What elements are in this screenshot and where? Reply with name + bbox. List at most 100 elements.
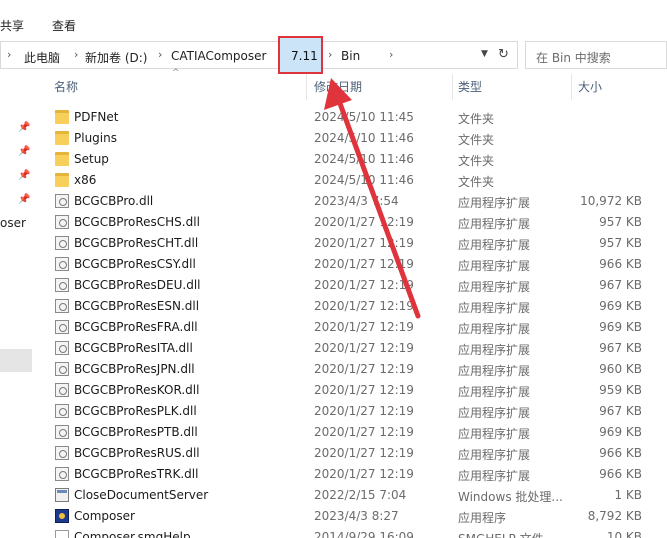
file-size: 959 KB: [599, 383, 642, 397]
file-row[interactable]: BCGCBProResITA.dll 2020/1/27 12:19 应用程序扩展 9…: [50, 338, 650, 359]
file-row[interactable]: BCGCBProResJPN.dll 2020/1/27 12:19 应用程序扩展 9…: [50, 359, 650, 380]
file-size: 967 KB: [599, 278, 642, 292]
folder-icon: [55, 173, 69, 187]
file-date: 2020/1/27 12:19: [314, 383, 414, 397]
breadcrumb-bin[interactable]: Bin: [341, 49, 360, 63]
file-date: 2024/5/10 11:45: [314, 110, 414, 124]
file-size: 966 KB: [599, 467, 642, 481]
chm-icon: [55, 530, 69, 538]
navigation-pane: 📌 📌 📌 📌 oser: [0, 70, 34, 538]
breadcrumb-this-pc[interactable]: 此电脑: [24, 49, 60, 66]
file-date: 2020/1/27 12:19: [314, 404, 414, 418]
file-type: 文件夹: [458, 133, 495, 147]
file-date: 2014/9/29 16:09: [314, 530, 414, 538]
file-size: 8,792 KB: [587, 509, 642, 523]
column-divider[interactable]: [306, 74, 307, 100]
search-placeholder: 在 Bin 中搜索: [536, 51, 611, 65]
file-name: Setup: [74, 152, 109, 166]
file-name: Composer.smgHelp: [74, 530, 191, 538]
nav-item-selected[interactable]: [0, 349, 32, 372]
file-row[interactable]: BCGCBProResCSY.dll 2020/1/27 12:19 应用程序扩展 9…: [50, 254, 650, 275]
refresh-icon[interactable]: ↻: [498, 47, 509, 62]
file-name: CloseDocumentServer: [74, 488, 209, 502]
file-date: 2020/1/27 12:19: [314, 278, 414, 292]
pin-icon[interactable]: 📌: [18, 146, 30, 157]
file-size: 957 KB: [599, 215, 642, 229]
dll-icon: [55, 467, 69, 481]
file-row[interactable]: BCGCBProResESN.dll 2020/1/27 12:19 应用程序扩展 9…: [50, 296, 650, 317]
file-row[interactable]: BCGCBProResTRK.dll 2020/1/27 12:19 应用程序扩展 9…: [50, 464, 650, 485]
folder-icon: [55, 131, 69, 145]
breadcrumb-version: 7.11: [291, 49, 318, 63]
file-name: BCGCBProResCHT.dll: [74, 236, 199, 250]
file-row[interactable]: x86 2024/5/10 11:46 文件夹: [50, 170, 650, 191]
file-type: 应用程序扩展: [458, 280, 531, 294]
chevron-down-icon[interactable]: ▼: [481, 49, 488, 59]
file-name: BCGCBProResRUS.dll: [74, 446, 200, 460]
menu-share[interactable]: 共享: [0, 17, 24, 34]
file-date: 2023/4/3 7:54: [314, 194, 399, 208]
file-row[interactable]: BCGCBProResPTB.dll 2020/1/27 12:19 应用程序扩展 9…: [50, 422, 650, 443]
file-date: 2023/4/3 8:27: [314, 509, 399, 523]
nav-item-composer[interactable]: oser: [0, 216, 26, 230]
file-date: 2020/1/27 12:19: [314, 215, 414, 229]
file-row[interactable]: BCGCBProResCHS.dll 2020/1/27 12:19 应用程序扩展 9…: [50, 212, 650, 233]
file-size: 967 KB: [599, 404, 642, 418]
file-date: 2020/1/27 12:19: [314, 425, 414, 439]
file-type: 应用程序扩展: [458, 343, 531, 357]
file-row[interactable]: BCGCBProResFRA.dll 2020/1/27 12:19 应用程序扩展 9…: [50, 317, 650, 338]
search-input[interactable]: 在 Bin 中搜索: [525, 41, 667, 69]
file-name: Plugins: [74, 131, 117, 145]
file-row[interactable]: CloseDocumentServer 2022/2/15 7:04 Windows…: [50, 485, 650, 506]
folder-icon: [55, 110, 69, 124]
file-type: Windows 批处理...: [458, 490, 563, 504]
pin-icon[interactable]: 📌: [18, 194, 30, 205]
file-name: BCGCBProResPTB.dll: [74, 425, 198, 439]
pin-icon[interactable]: 📌: [18, 170, 30, 181]
column-header-size[interactable]: 大小: [578, 78, 602, 95]
dll-icon: [55, 320, 69, 334]
file-date: 2020/1/27 12:19: [314, 446, 414, 460]
file-row[interactable]: BCGCBProResDEU.dll 2020/1/27 12:19 应用程序扩展 9…: [50, 275, 650, 296]
column-divider[interactable]: [452, 74, 453, 100]
column-header-date[interactable]: 修改日期: [314, 78, 362, 95]
dll-icon: [55, 299, 69, 313]
file-type: 应用程序扩展: [458, 259, 531, 273]
file-size: 1 KB: [614, 488, 642, 502]
file-type: 应用程序扩展: [458, 196, 531, 210]
file-type: 应用程序扩展: [458, 322, 531, 336]
file-size: 969 KB: [599, 299, 642, 313]
menu-view[interactable]: 查看: [52, 17, 76, 34]
pin-icon[interactable]: 📌: [18, 122, 30, 133]
ribbon-menu: 共享 查看: [0, 0, 667, 38]
file-date: 2020/1/27 12:19: [314, 257, 414, 271]
column-header-name[interactable]: 名称: [54, 78, 78, 95]
file-name: BCGCBProResJPN.dll: [74, 362, 195, 376]
file-type: SMGHELP 文件: [458, 530, 544, 538]
column-header-type[interactable]: 类型: [458, 78, 482, 95]
breadcrumb-catiacomposer[interactable]: CATIAComposer: [171, 49, 266, 63]
file-size: 969 KB: [599, 425, 642, 439]
file-type: 文件夹: [458, 112, 495, 126]
composer-app-icon: [55, 509, 69, 523]
column-divider[interactable]: [571, 74, 572, 100]
exe-icon: [55, 488, 69, 502]
dll-icon: [55, 341, 69, 355]
file-row[interactable]: BCGCBProResRUS.dll 2020/1/27 12:19 应用程序扩展 9…: [50, 443, 650, 464]
file-row[interactable]: BCGCBProResKOR.dll 2020/1/27 12:19 应用程序扩展 9…: [50, 380, 650, 401]
file-row[interactable]: Composer.smgHelp 2014/9/29 16:09 SMGHELP 文…: [50, 527, 650, 538]
file-row[interactable]: BCGCBPro.dll 2023/4/3 7:54 应用程序扩展 10,972 KB: [50, 191, 650, 212]
file-row[interactable]: BCGCBProResPLK.dll 2020/1/27 12:19 应用程序扩展 9…: [50, 401, 650, 422]
file-row[interactable]: BCGCBProResCHT.dll 2020/1/27 12:19 应用程序扩展 9…: [50, 233, 650, 254]
file-type: 应用程序扩展: [458, 301, 531, 315]
file-type: 应用程序扩展: [458, 238, 531, 252]
file-row[interactable]: Plugins 2024/5/10 11:46 文件夹: [50, 128, 650, 149]
breadcrumb-version-highlight[interactable]: 7.11: [278, 36, 323, 74]
file-row[interactable]: Composer 2023/4/3 8:27 应用程序 8,792 KB: [50, 506, 650, 527]
file-row[interactable]: PDFNet 2024/5/10 11:45 文件夹: [50, 107, 650, 128]
file-name: BCGCBProResDEU.dll: [74, 278, 201, 292]
dll-icon: [55, 215, 69, 229]
address-bar[interactable]: › 此电脑 › 新加卷 (D:) › CATIAComposer › Bin ›…: [0, 41, 518, 69]
breadcrumb-drive-d[interactable]: 新加卷 (D:): [85, 49, 147, 66]
file-row[interactable]: Setup 2024/5/10 11:46 文件夹: [50, 149, 650, 170]
